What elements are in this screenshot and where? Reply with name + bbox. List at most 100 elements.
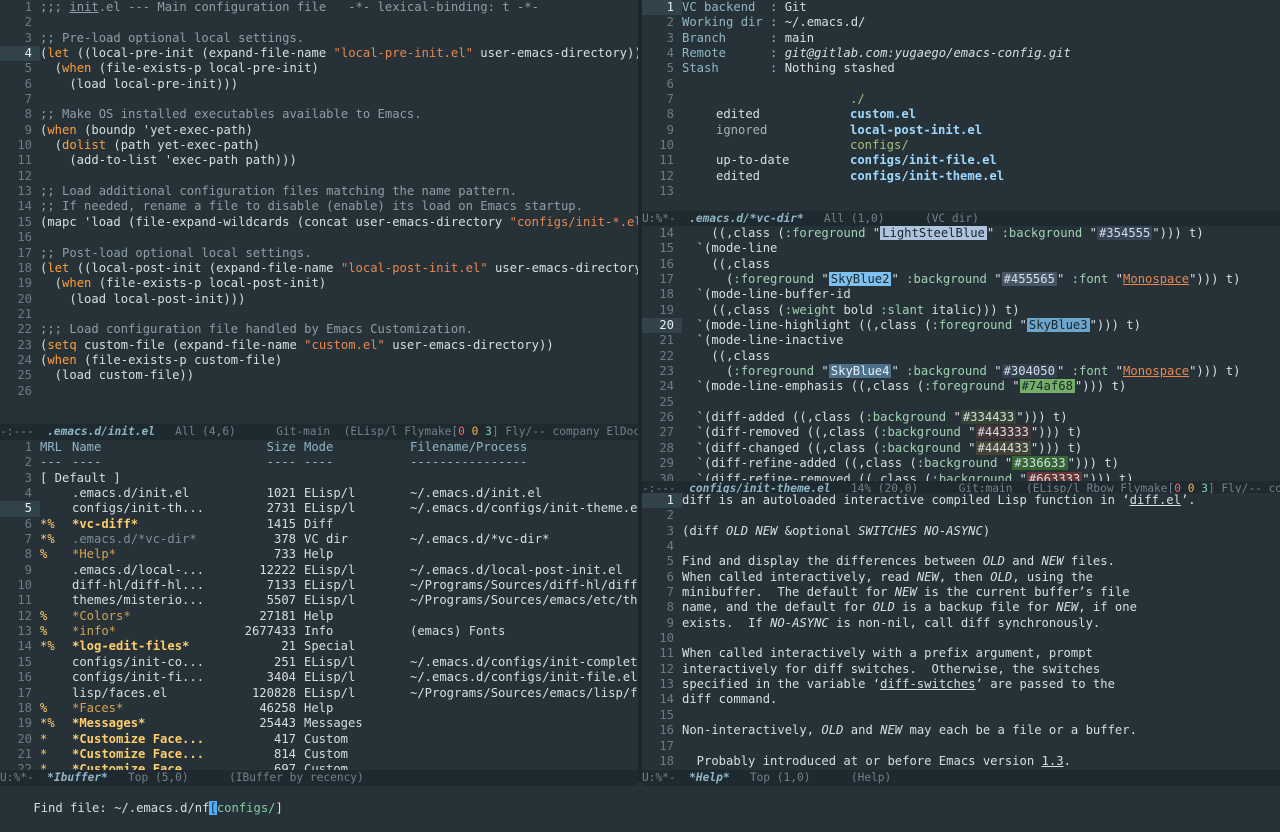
ibuffer-name[interactable]: *info*	[72, 624, 232, 639]
ibuffer-row[interactable]: 20 * *Customize Face... 417 Custom	[0, 732, 638, 747]
ibuffer-name[interactable]: *Customize Face...	[72, 762, 232, 770]
code-line[interactable]: 17 ;; Post-load optional local settings.	[0, 246, 638, 261]
ibuffer-row[interactable]: 17 lisp/faces.el 120828 ELisp/l ~/Programs/S…	[0, 686, 638, 701]
code-line[interactable]: 29 `(diff-refine-added ((,class (:backgr…	[642, 456, 1280, 471]
ibuffer-row[interactable]: 18% *Faces* 46258 Help	[0, 701, 638, 716]
vc-file-name[interactable]: configs/	[850, 138, 909, 152]
ibuffer-name[interactable]: .emacs.d/local-...	[72, 563, 232, 578]
ibuffer-name[interactable]: diff-hl/diff-hl...	[72, 578, 232, 593]
code-line[interactable]: 18 (let ((local-post-init (expand-file-na…	[0, 261, 638, 276]
ibuffer-row[interactable]: 14 *% *log-edit-files* 21 Special	[0, 639, 638, 654]
ibuffer-row[interactable]: 4 .emacs.d/init.el 1021 ELisp/l ~/.emacs.d/i…	[0, 486, 638, 501]
modeline-vc-branch[interactable]: Git-main	[276, 425, 330, 438]
ibuffer-row[interactable]: 22 * *Customize Face... 697 Custom	[0, 762, 638, 770]
ibuffer-filename[interactable]: ~/Programs/Sources/diff-hl/diff-hl-dir	[410, 578, 638, 592]
modeline-mode[interactable]: (ELisp/l Flymake[	[344, 425, 459, 438]
code-line[interactable]: 15 (mapc 'load (file-expand-wildcards (co…	[0, 215, 638, 230]
code-line[interactable]: 26 `(diff-added ((,class (:background " #…	[642, 410, 1280, 425]
help-buffer[interactable]: 1 diff is an autoloaded interactive compi…	[642, 493, 1280, 769]
code-line[interactable]: 20 (load local-post-init)))	[0, 292, 638, 307]
ibuffer-name[interactable]: Name	[72, 440, 232, 455]
ibuffer-row[interactable]: 9 .emacs.d/local-... 12222 ELisp/l ~/.emacs.…	[0, 563, 638, 578]
ibuffer-filename[interactable]: ~/.emacs.d/init.el	[410, 486, 542, 500]
ibuffer-name[interactable]: *Colors*	[72, 609, 232, 624]
code-line[interactable]: 5 (when (file-exists-p local-pre-init)	[0, 61, 638, 76]
code-line[interactable]: 23 (:foreground " SkyBlue4 " :background "…	[642, 364, 1280, 379]
code-line[interactable]: 24 (when (file-exists-p custom-file)	[0, 353, 638, 368]
ibuffer-name[interactable]: *Customize Face...	[72, 747, 232, 762]
code-line[interactable]: 18 `(mode-line-buffer-id	[642, 287, 1280, 302]
code-line[interactable]: 3 ;; Pre-load optional local settings.	[0, 31, 638, 46]
ibuffer-filename[interactable]: ~/Programs/Sources/emacs/etc/themes/mi	[410, 593, 638, 607]
ibuffer-name[interactable]: *Customize Face...	[72, 732, 232, 747]
init-theme-buffer[interactable]: 14 ((,class (:foreground " LightSteelBlue…	[642, 226, 1280, 482]
vc-file-name[interactable]: configs/init-file.el	[850, 153, 997, 167]
ibuffer-row[interactable]: 19 *% *Messages* 25443 Messages	[0, 716, 638, 731]
vc-dir-window[interactable]: 1 VC backend: Git 2 Working dir: ~/.emacs.d…	[642, 0, 1280, 210]
code-line[interactable]: 25 (load custom-file))	[0, 368, 638, 383]
vc-dir-buffer[interactable]: 1 VC backend: Git 2 Working dir: ~/.emacs.d…	[642, 0, 1280, 199]
code-line[interactable]: 28 `(diff-changed ((,class (:background …	[642, 440, 1280, 456]
ibuffer-filename[interactable]: (emacs) Fonts	[410, 624, 505, 638]
ibuffer-name[interactable]: *Faces*	[72, 701, 232, 716]
ibuffer-name[interactable]: configs/init-th...	[72, 501, 232, 516]
vc-file-name[interactable]: configs/init-theme.el	[850, 169, 1004, 183]
code-line[interactable]: 22 ((,class	[642, 349, 1280, 364]
code-line[interactable]: 4 (let ((local-pre-init (expand-file-name…	[0, 46, 638, 62]
ibuffer-window[interactable]: 1 MRL Name Size Mode Filename/Process 2 --- ----…	[0, 440, 638, 770]
code-line[interactable]: 2	[0, 15, 638, 30]
init-theme-window[interactable]: 14 ((,class (:foreground " LightSteelBlue…	[642, 226, 1280, 482]
vc-file-name[interactable]: local-post-init.el	[850, 123, 982, 137]
code-line[interactable]: 11 (add-to-list 'exec-path path)))	[0, 153, 638, 168]
vc-file-row[interactable]: 10 configs/	[642, 138, 1280, 153]
modeline-buffer-name[interactable]: .emacs.d/*vc-dir*	[689, 212, 804, 225]
ibuffer-row[interactable]: 6 *% *vc-diff* 1415 Diff	[0, 517, 638, 532]
code-line[interactable]: 22 ;;; Load configuration file handled by…	[0, 322, 638, 337]
modeline-buffer-name[interactable]: *Ibuffer*	[47, 771, 108, 784]
ibuffer-filename[interactable]: ----------------	[410, 455, 527, 469]
code-line[interactable]: 24 `(mode-line-emphasis ((,class (:foreg…	[642, 379, 1280, 394]
help-link[interactable]: diff.el	[1130, 493, 1181, 507]
ibuffer-name[interactable]: lisp/faces.el	[72, 686, 232, 701]
code-line[interactable]: 19 (when (file-exists-p local-post-init)	[0, 276, 638, 291]
ibuffer-name[interactable]: *Messages*	[72, 716, 232, 731]
ibuffer-row[interactable]: 15 configs/init-co... 251 ELisp/l ~/.emacs.d…	[0, 655, 638, 670]
code-line[interactable]: 21	[0, 307, 638, 322]
code-line[interactable]: 8 ;; Make OS installed executables availa…	[0, 107, 638, 122]
ibuffer-filename[interactable]: ~/.emacs.d/*vc-dir*	[410, 532, 549, 546]
vc-file-row[interactable]: 11 up-to-date configs/init-file.el	[642, 153, 1280, 168]
ibuffer-name[interactable]: themes/misterio...	[72, 593, 232, 608]
code-line[interactable]: 19 ((,class (:weight bold :slant italic)…	[642, 303, 1280, 318]
code-line[interactable]: 21 `(mode-line-inactive	[642, 333, 1280, 348]
ibuffer-row[interactable]: 11 themes/misterio... 5507 ELisp/l ~/Program…	[0, 593, 638, 608]
ibuffer-name[interactable]: *log-edit-files*	[72, 639, 232, 654]
code-line[interactable]: 12	[0, 169, 638, 184]
ibuffer-name[interactable]: ----	[72, 455, 232, 470]
ibuffer-name[interactable]: .emacs.d/*vc-dir*	[72, 532, 232, 547]
ibuffer-row[interactable]: 12% *Colors* 27181 Help	[0, 609, 638, 624]
help-window[interactable]: 1 diff is an autoloaded interactive compi…	[642, 493, 1280, 770]
init-el-buffer[interactable]: 1;;; init.el --- Main configuration file…	[0, 0, 638, 399]
code-line[interactable]: 27 `(diff-removed ((,class (:background …	[642, 425, 1280, 440]
code-line[interactable]: 16 ((,class	[642, 257, 1280, 272]
ibuffer-name[interactable]: configs/init-fi...	[72, 670, 232, 685]
minibuffer[interactable]: Find file: ~/.emacs.d/nf[configs/]	[0, 784, 1280, 815]
vc-file-row[interactable]: 7 ./	[642, 92, 1280, 107]
code-line[interactable]: 1;;; init.el --- Main configuration file…	[0, 0, 638, 15]
ibuffer-filename[interactable]: ~/Programs/Sources/emacs/lisp/faces.el	[410, 686, 638, 700]
vc-file-row[interactable]: 13	[642, 184, 1280, 199]
ibuffer-row[interactable]: 10 diff-hl/diff-hl... 7133 ELisp/l ~/Program…	[0, 578, 638, 593]
vc-file-row[interactable]: 12 edited configs/init-theme.el	[642, 169, 1280, 184]
code-line[interactable]: 6 (load local-pre-init)))	[0, 77, 638, 92]
code-line[interactable]: 7	[0, 92, 638, 107]
ibuffer-filename[interactable]: ~/.emacs.d/configs/init-theme.el	[410, 501, 638, 515]
ibuffer-filename[interactable]: Filename/Process	[410, 440, 527, 454]
flymake-error-count[interactable]: 0	[458, 425, 465, 438]
code-line[interactable]: 13 ;; Load additional configuration files…	[0, 184, 638, 199]
modeline-buffer-name[interactable]: .emacs.d/init.el	[47, 425, 155, 438]
ibuffer-name[interactable]: *Help*	[72, 547, 232, 562]
code-line[interactable]: 16	[0, 230, 638, 245]
ibuffer-row[interactable]: 5 configs/init-th... 2731 ELisp/l ~/.emacs.d…	[0, 501, 638, 517]
modeline-mode[interactable]: (VC dir)	[925, 212, 979, 225]
ibuffer-row[interactable]: 21 * *Customize Face... 814 Custom	[0, 747, 638, 762]
